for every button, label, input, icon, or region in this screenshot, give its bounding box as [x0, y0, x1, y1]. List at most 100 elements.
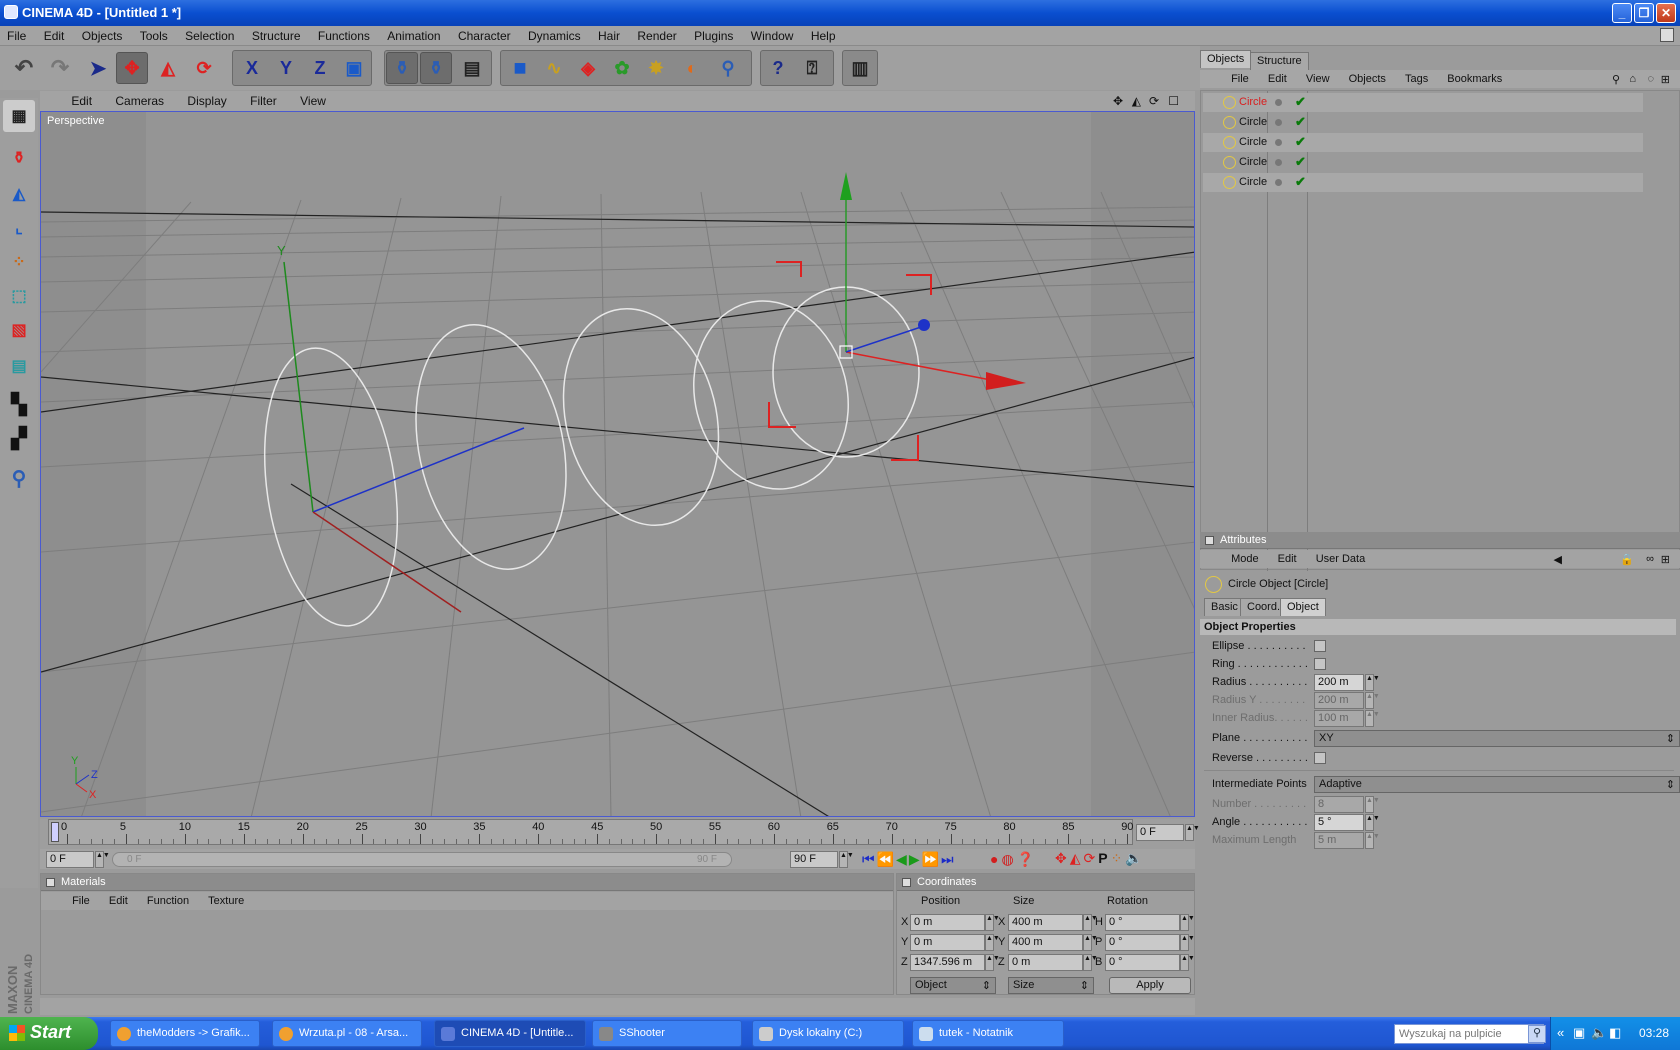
enabled-check-icon[interactable]: ✔ [1295, 94, 1306, 110]
scene-object-icon[interactable]: ◐ [676, 52, 708, 84]
rotation-b-field[interactable]: 0 ° [1105, 954, 1180, 971]
cube-object-icon[interactable]: ■ [504, 52, 536, 84]
end-frame-spinner[interactable]: ▲▼ [839, 851, 854, 868]
tab-objects[interactable]: Objects [1200, 50, 1252, 68]
panel-expand-icon[interactable]: ⊞ [1653, 550, 1678, 566]
search-go-icon[interactable]: ⚲ [1528, 1025, 1546, 1043]
object-row-circle-3[interactable]: Circle ✔ [1203, 133, 1643, 152]
coordinate-system-icon[interactable]: ▣ [338, 52, 370, 84]
menu-dynamics[interactable]: Dynamics [521, 26, 588, 43]
objects-menu-edit[interactable]: Edit [1260, 70, 1295, 85]
start-frame-spinner[interactable]: ▲▼ [95, 851, 110, 868]
viewport-menu-edit[interactable]: Edit [61, 91, 102, 108]
frame-range-slider[interactable]: 0 F 90 F [112, 852, 732, 867]
objects-menu-objects[interactable]: Objects [1341, 70, 1394, 85]
attributes-menu-user-data[interactable]: User Data [1308, 550, 1374, 565]
ring-checkbox[interactable] [1314, 658, 1326, 670]
record-icon[interactable]: ● [990, 851, 1001, 867]
reverse-checkbox[interactable] [1314, 752, 1326, 764]
task-dysk-lokalny[interactable]: Dysk lokalny (C:) [752, 1020, 904, 1047]
object-row-circle-5[interactable]: Circle ✔ [1203, 173, 1643, 192]
play-forward-icon[interactable]: ▶ [909, 851, 922, 867]
coordinate-mode-select[interactable]: Object ⇕ [910, 977, 996, 994]
object-manager-list[interactable]: Circle ✔ Circle ✔ Circle ✔ Circle ✔ Circle ✔ [1200, 90, 1680, 571]
panel-toggle-icon[interactable] [902, 878, 911, 887]
enabled-check-icon[interactable]: ✔ [1295, 174, 1306, 190]
position-y-spinner[interactable]: ▲▼ [985, 934, 1000, 951]
rotation-h-spinner[interactable]: ▲▼ [1180, 914, 1195, 931]
context-help-button[interactable]: ? [762, 52, 794, 84]
task-wrzuta[interactable]: Wrzuta.pl - 08 - Arsa... [272, 1020, 422, 1047]
viewport-maximize-icon[interactable]: ☐ [1158, 91, 1189, 108]
apply-button[interactable]: Apply [1109, 977, 1191, 994]
current-frame-field[interactable]: 0 F [1136, 824, 1184, 841]
size-mode-select[interactable]: Size ⇕ [1008, 977, 1094, 994]
texture-axis-icon[interactable]: ▞ [3, 422, 35, 454]
nurbs-icon[interactable]: ◈ [572, 52, 604, 84]
undo-icon[interactable]: ↶ [8, 52, 40, 84]
attributes-menu-edit[interactable]: Edit [1270, 550, 1305, 565]
minimize-button[interactable]: _ [1612, 3, 1632, 23]
spline-icon[interactable]: ∿ [538, 52, 570, 84]
materials-menu-edit[interactable]: Edit [101, 892, 136, 907]
redo-icon[interactable]: ↷ [44, 52, 76, 84]
viewport-menu-filter[interactable]: Filter [240, 91, 287, 108]
perspective-viewport[interactable]: Y Y Z X Perspective [40, 111, 1195, 817]
polygons-tool-icon[interactable]: ▧ [3, 314, 35, 346]
panel-toggle-icon[interactable] [46, 878, 55, 887]
snap-tool-icon[interactable]: ⚲ [3, 462, 35, 494]
object-row-circle-2[interactable]: Circle ✔ [1203, 113, 1643, 132]
panel-toggle-icon[interactable] [1205, 536, 1214, 545]
viewport-menu-display[interactable]: Display [177, 91, 236, 108]
position-z-field[interactable]: 1347.596 m [910, 954, 985, 971]
objects-menu-bookmarks[interactable]: Bookmarks [1439, 70, 1510, 85]
rotation-b-spinner[interactable]: ▲▼ [1180, 954, 1195, 971]
attr-tab-object[interactable]: Object [1280, 598, 1326, 616]
menu-tools[interactable]: Tools [133, 26, 175, 43]
position-y-field[interactable]: 0 m [910, 934, 985, 951]
menu-plugins[interactable]: Plugins [687, 26, 740, 43]
size-x-spinner[interactable]: ▲▼ [1083, 914, 1098, 931]
points-tool-icon[interactable]: ⁘ [3, 246, 35, 278]
scale-tool-icon[interactable]: ◭ [152, 52, 184, 84]
object-name[interactable]: Circle [1239, 116, 1267, 128]
network-icon[interactable]: ▣ [1573, 1025, 1585, 1041]
radius-field[interactable]: 200 m [1314, 674, 1364, 691]
start-frame-field[interactable]: 0 F [46, 851, 94, 868]
current-frame-spinner[interactable]: ▲▼ [1185, 824, 1200, 841]
task-themodders[interactable]: theModders -> Grafik... [110, 1020, 260, 1047]
angle-spinner[interactable]: ▲▼ [1365, 814, 1380, 831]
rotation-p-field[interactable]: 0 ° [1105, 934, 1180, 951]
size-y-spinner[interactable]: ▲▼ [1083, 934, 1098, 951]
materials-menu-file[interactable]: File [64, 892, 98, 907]
tray-app-icon[interactable]: ◧ [1609, 1025, 1621, 1041]
timeline-ruler[interactable]: 0 5 10 15 20 25 30 35 40 45 50 55 60 65 70 75 80 85 90 [48, 819, 1133, 845]
object-name[interactable]: Circle [1239, 176, 1267, 188]
key-scale-icon[interactable]: ◭ [1070, 850, 1084, 866]
online-help-icon[interactable]: ⍰ [796, 52, 828, 84]
size-z-field[interactable]: 0 m [1008, 954, 1083, 971]
menu-edit[interactable]: Edit [37, 26, 72, 43]
back-arrow-icon[interactable]: ◀ [1546, 550, 1570, 566]
task-notatnik[interactable]: tutek - Notatnik [912, 1020, 1064, 1047]
deformer-icon[interactable]: ✸ [640, 52, 672, 84]
size-y-field[interactable]: 400 m [1008, 934, 1083, 951]
animation-mode-icon[interactable]: ▤ [3, 350, 35, 382]
go-to-start-icon[interactable]: ⏮ [862, 851, 877, 867]
radius-spinner[interactable]: ▲▼ [1365, 674, 1380, 691]
materials-menu-texture[interactable]: Texture [200, 892, 252, 907]
visibility-dots-icon[interactable] [1275, 159, 1282, 166]
object-row-circle-1[interactable]: Circle ✔ [1203, 93, 1643, 112]
rotate-tool-icon[interactable]: ⟳ [188, 52, 220, 84]
menu-character[interactable]: Character [451, 26, 518, 43]
visibility-dots-icon[interactable] [1275, 119, 1282, 126]
viewport-menu-view[interactable]: View [290, 91, 336, 108]
rotation-h-field[interactable]: 0 ° [1105, 914, 1180, 931]
visibility-dots-icon[interactable] [1275, 179, 1282, 186]
autokey-icon[interactable]: ◍ [1001, 851, 1016, 867]
key-parameter-icon[interactable]: P [1098, 850, 1110, 866]
tab-structure[interactable]: Structure [1250, 52, 1309, 70]
intermediate-points-select[interactable]: Adaptive ⇕ [1314, 776, 1680, 793]
render-view-icon[interactable]: ⚱ [386, 52, 418, 84]
use-object-tool-icon[interactable]: ◭ [3, 178, 35, 210]
